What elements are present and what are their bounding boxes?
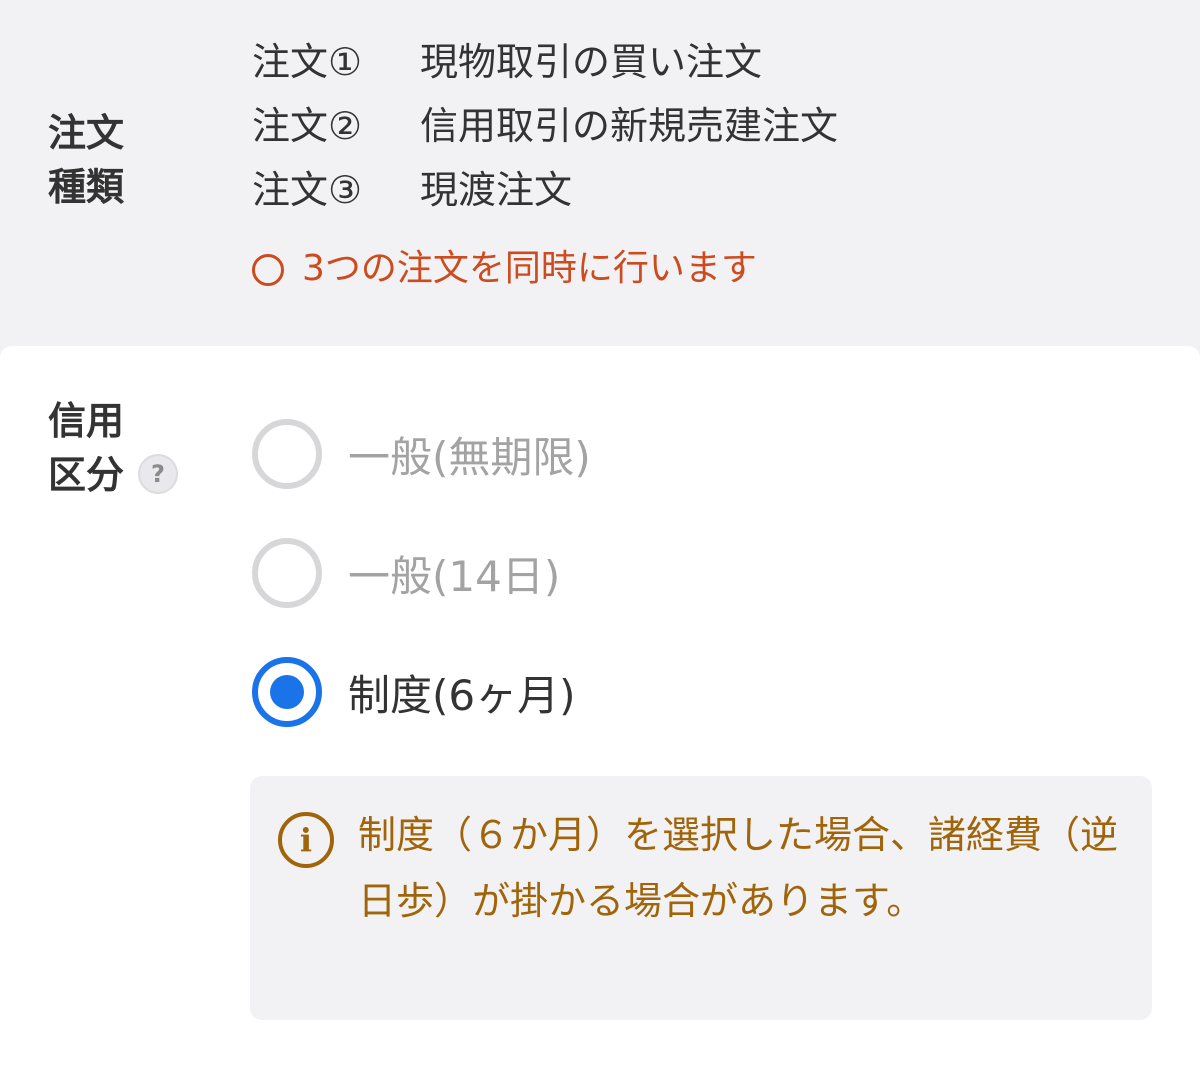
order-item: 注文① 現物取引の買い注文 [252, 30, 838, 94]
radio-button[interactable] [252, 538, 322, 608]
notice-text: 3つの注文を同時に行います [302, 248, 757, 289]
order-number: 注文① [252, 40, 363, 84]
order-number: 注文③ [252, 168, 363, 212]
credit-type-label-text: 区分 [48, 453, 125, 497]
order-type-label: 注文 種類 [48, 106, 124, 214]
radio-label: 制度(6ヶ月) [348, 670, 576, 720]
order-description: 現物取引の買い注文 [420, 40, 763, 84]
info-text: 制度（６か月）を選択した場合、諸経費（逆日歩）が掛かる場合があります。 [358, 813, 1119, 923]
radio-dot [270, 675, 304, 709]
order-item: 注文② 信用取引の新規売建注文 [252, 94, 838, 158]
info-message-box: i 制度（６か月）を選択した場合、諸経費（逆日歩）が掛かる場合があります。 [250, 776, 1152, 1020]
radio-button[interactable] [252, 419, 322, 489]
radio-option-general-unlimited[interactable]: 一般(無期限) [252, 418, 591, 490]
order-item: 注文③ 現渡注文 [252, 158, 838, 222]
help-icon[interactable]: ? [138, 453, 179, 494]
radio-option-general-14days[interactable]: 一般(14日) [252, 537, 560, 609]
credit-type-label-line2: 区分? [48, 448, 179, 502]
radio-label: 一般(無期限) [348, 432, 591, 482]
info-icon: i [278, 812, 334, 868]
order-type-section: 注文 種類 注文① 現物取引の買い注文 注文② 信用取引の新規売建注文 注文③ … [0, 0, 1200, 346]
radio-option-system-6months[interactable]: 制度(6ヶ月) [252, 656, 576, 728]
order-description: 現渡注文 [420, 168, 573, 212]
radio-label: 一般(14日) [348, 551, 561, 601]
circle-icon [252, 254, 284, 286]
radio-button-selected[interactable] [252, 657, 322, 727]
order-list: 注文① 現物取引の買い注文 注文② 信用取引の新規売建注文 注文③ 現渡注文 [252, 30, 838, 222]
order-type-label-line2: 種類 [48, 165, 125, 209]
order-description: 信用取引の新規売建注文 [420, 104, 839, 148]
order-type-label-line1: 注文 [48, 111, 125, 155]
order-number: 注文② [252, 104, 363, 148]
credit-type-label: 信用 区分? [48, 394, 179, 502]
credit-type-card: 信用 区分? 一般(無期限) 一般(14日) 制度(6ヶ月) i 制度（６か月）… [0, 346, 1200, 1066]
credit-type-label-line1: 信用 [48, 399, 125, 443]
simultaneous-order-notice: 3つの注文を同時に行います [252, 242, 757, 296]
